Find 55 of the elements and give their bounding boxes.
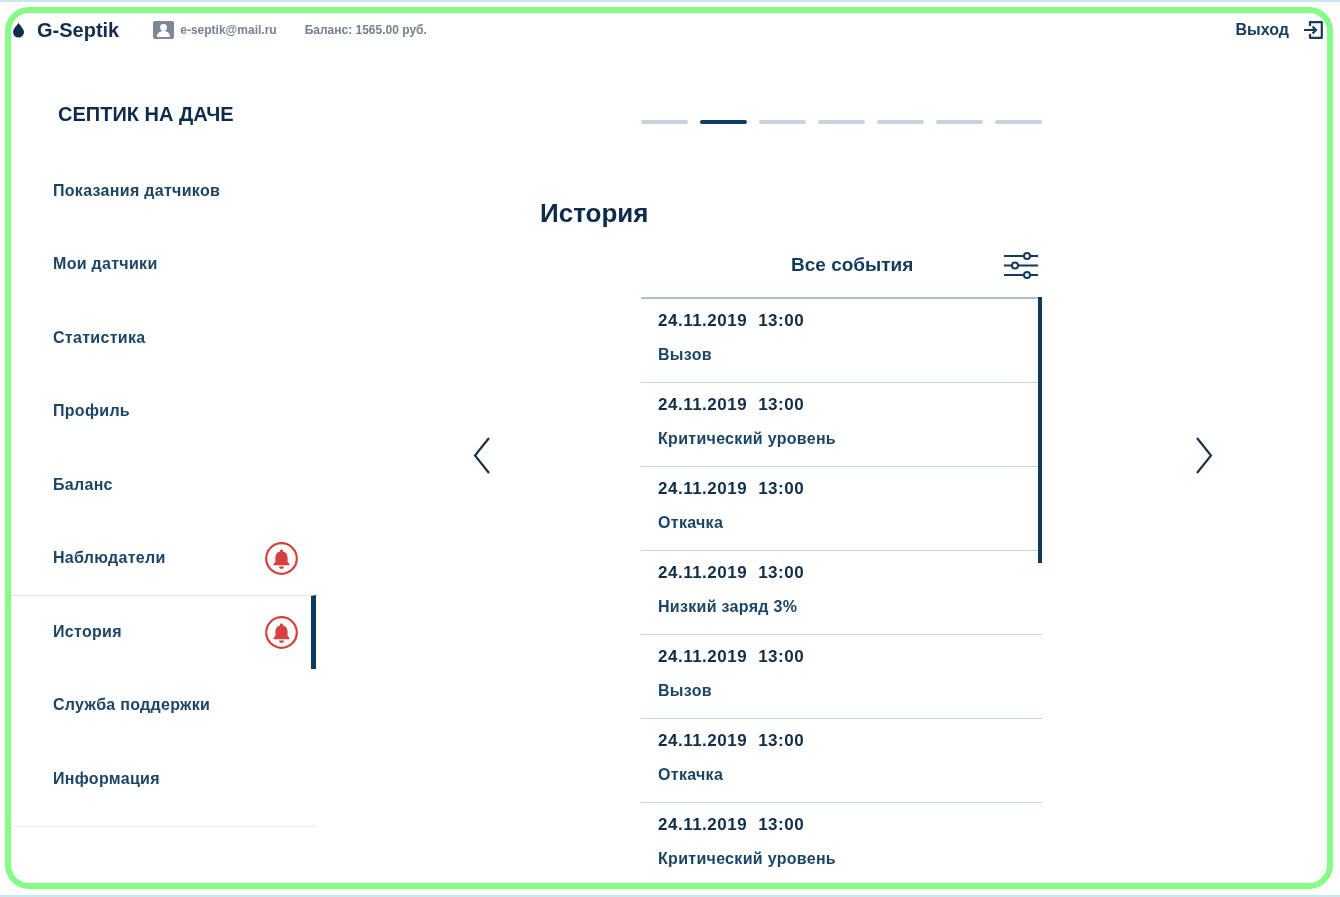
event-type: Вызов: [658, 345, 713, 365]
exit-icon: [1303, 21, 1323, 39]
page-indicator[interactable]: [641, 120, 688, 124]
previous-button[interactable]: [473, 436, 490, 474]
event-time: 13:00: [758, 731, 805, 751]
event-time: 13:00: [758, 311, 805, 331]
page-title: История: [540, 197, 650, 229]
app-logo: G-Septik: [37, 18, 120, 42]
sidebar-item[interactable]: Профиль: [11, 374, 316, 448]
section-title: СЕПТИК НА ДАЧЕ: [57, 102, 235, 126]
sidebar-item[interactable]: Мои датчики: [11, 227, 316, 301]
event-type: Низкий заряд 3%: [658, 597, 799, 617]
logout-button[interactable]: Выход: [1235, 20, 1323, 40]
chevron-right-icon: [1196, 436, 1213, 474]
page-indicator[interactable]: [995, 120, 1042, 124]
filter-label: Все события: [790, 252, 914, 277]
scrollbar-thumb[interactable]: [1038, 297, 1042, 563]
event-type: Вызов: [658, 681, 713, 701]
bell-icon[interactable]: [265, 541, 298, 575]
page-indicator[interactable]: [759, 120, 806, 124]
user-card-icon: [153, 21, 175, 39]
chevron-left-icon: [473, 436, 490, 474]
event-date: 24.11.2019: [658, 563, 748, 583]
event-time: 13:00: [758, 395, 805, 415]
sidebar-item[interactable]: Информация: [11, 742, 316, 816]
page-indicator[interactable]: [936, 120, 983, 124]
balance-text: Баланс: 1565.00 руб.: [304, 22, 427, 39]
event-type: Критический уровень: [658, 429, 837, 449]
page-indicator[interactable]: [877, 120, 924, 124]
bell-icon[interactable]: [265, 615, 298, 649]
drop-icon: [13, 22, 24, 38]
event-date: 24.11.2019: [658, 731, 748, 751]
page-indicator[interactable]: [700, 120, 747, 124]
user-email: e-septik@mail.ru: [180, 22, 277, 39]
event-date: 24.11.2019: [658, 395, 748, 415]
event-time: 13:00: [758, 647, 805, 667]
sidebar-item[interactable]: Статистика: [11, 301, 316, 375]
event-type: Откачка: [658, 513, 725, 533]
event-date: 24.11.2019: [658, 311, 748, 331]
sidebar-item[interactable]: История: [11, 595, 316, 669]
sliders-icon[interactable]: [1004, 251, 1038, 279]
sidebar-item[interactable]: Баланс: [11, 448, 316, 522]
sidebar-item[interactable]: Служба поддержки: [11, 668, 316, 742]
sidebar-item[interactable]: Показания датчиков: [11, 154, 316, 228]
event-time: 13:00: [758, 479, 805, 499]
event-time: 13:00: [758, 563, 805, 583]
event-time: 13:00: [758, 815, 805, 835]
event-date: 24.11.2019: [658, 815, 748, 835]
sidebar-item[interactable]: Наблюдатели: [11, 521, 316, 595]
event-type: Откачка: [658, 765, 725, 785]
event-type: Критический уровень: [658, 849, 837, 869]
next-button[interactable]: [1196, 436, 1213, 474]
event-date: 24.11.2019: [658, 479, 748, 499]
event-date: 24.11.2019: [658, 647, 748, 667]
page-indicator[interactable]: [818, 120, 865, 124]
